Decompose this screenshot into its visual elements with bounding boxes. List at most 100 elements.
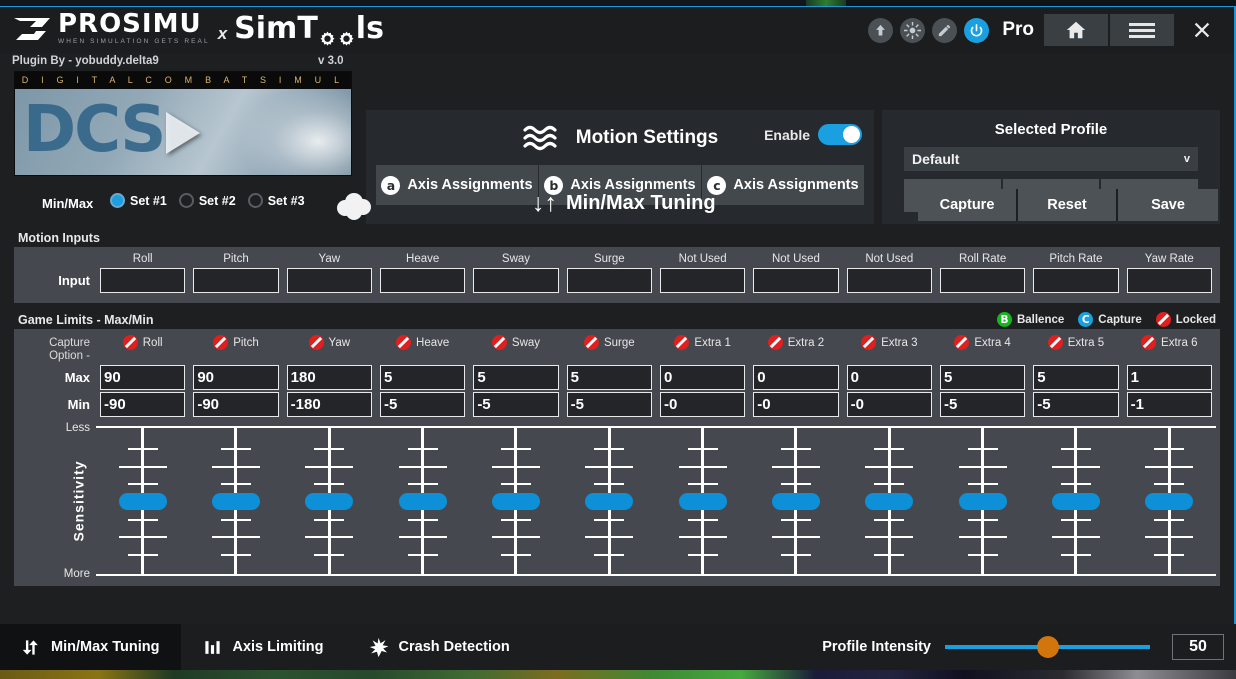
max-field[interactable]: 5: [940, 365, 1025, 390]
slider-thumb[interactable]: [1145, 493, 1193, 510]
max-field[interactable]: 5: [473, 365, 558, 390]
motion-input-field[interactable]: [100, 268, 185, 293]
max-field[interactable]: 180: [287, 365, 372, 390]
profile-dropdown[interactable]: Default v: [904, 147, 1198, 171]
min-field[interactable]: -5: [380, 392, 465, 417]
motion-input-field[interactable]: [193, 268, 278, 293]
locked-icon[interactable]: [861, 335, 876, 350]
play-icon[interactable]: [166, 112, 200, 154]
min-field[interactable]: -180: [287, 392, 372, 417]
hamburger-menu-icon[interactable]: [1110, 14, 1174, 46]
sensitivity-slider[interactable]: [189, 428, 282, 574]
profile-intensity-value[interactable]: 50: [1172, 634, 1224, 660]
locked-icon[interactable]: [954, 335, 969, 350]
sensitivity-slider[interactable]: [96, 428, 189, 574]
motion-input-field[interactable]: [660, 268, 745, 293]
home-icon[interactable]: [1044, 14, 1108, 46]
min-field[interactable]: -5: [567, 392, 652, 417]
sensitivity-slider[interactable]: [563, 428, 656, 574]
motion-input-field[interactable]: [1033, 268, 1118, 293]
min-field[interactable]: -90: [193, 392, 278, 417]
set-3-radio[interactable]: [248, 193, 263, 208]
tab-minmax-tuning[interactable]: Min/Max Tuning: [0, 624, 181, 670]
locked-icon[interactable]: [123, 335, 138, 350]
min-field[interactable]: -0: [660, 392, 745, 417]
locked-icon[interactable]: [309, 335, 324, 350]
min-field[interactable]: -5: [1033, 392, 1118, 417]
enable-toggle-group[interactable]: Enable: [764, 124, 862, 145]
max-field[interactable]: 5: [567, 365, 652, 390]
power-icon[interactable]: [964, 18, 989, 43]
locked-icon[interactable]: [213, 335, 228, 350]
sensitivity-slider[interactable]: [1123, 428, 1216, 574]
save-button[interactable]: Save: [1118, 189, 1218, 221]
upload-icon[interactable]: [868, 18, 893, 43]
sensitivity-slider[interactable]: [936, 428, 1029, 574]
motion-input-field[interactable]: [380, 268, 465, 293]
slider-thumb[interactable]: [865, 493, 913, 510]
locked-icon[interactable]: [674, 335, 689, 350]
min-field[interactable]: -90: [100, 392, 185, 417]
min-field[interactable]: -5: [473, 392, 558, 417]
tab-crash-detection[interactable]: Crash Detection: [346, 624, 532, 670]
slider-thumb[interactable]: [305, 493, 353, 510]
cloud-icon[interactable]: [332, 191, 374, 221]
sensitivity-slider[interactable]: [283, 428, 376, 574]
sensitivity-slider[interactable]: [469, 428, 562, 574]
set-3-radio-item[interactable]: Set #3: [248, 193, 305, 208]
motion-input-field[interactable]: [473, 268, 558, 293]
enable-toggle[interactable]: [818, 124, 862, 145]
slider-thumb[interactable]: [772, 493, 820, 510]
profile-intensity-slider[interactable]: [945, 645, 1150, 649]
min-field[interactable]: -1: [1127, 392, 1212, 417]
video-thumbnail[interactable]: D I G I T A L C O M B A T S I M U L A T …: [14, 71, 352, 176]
pencil-icon[interactable]: [932, 18, 957, 43]
set-2-radio[interactable]: [179, 193, 194, 208]
max-field[interactable]: 1: [1127, 365, 1212, 390]
set-1-radio[interactable]: [110, 193, 125, 208]
close-icon[interactable]: [1176, 14, 1228, 46]
max-field[interactable]: 0: [660, 365, 745, 390]
slider-thumb[interactable]: [959, 493, 1007, 510]
locked-icon[interactable]: [1141, 335, 1156, 350]
locked-icon[interactable]: [492, 335, 507, 350]
slider-thumb[interactable]: [679, 493, 727, 510]
profile-intensity-thumb[interactable]: [1037, 636, 1059, 658]
sun-icon[interactable]: [900, 18, 925, 43]
max-field[interactable]: 0: [847, 365, 932, 390]
sensitivity-slider[interactable]: [1029, 428, 1122, 574]
set-1-radio-item[interactable]: Set #1: [110, 193, 167, 208]
max-field[interactable]: 0: [753, 365, 838, 390]
min-field[interactable]: -0: [753, 392, 838, 417]
capture-button[interactable]: Capture: [918, 189, 1018, 221]
sensitivity-slider[interactable]: [749, 428, 842, 574]
motion-input-field[interactable]: [753, 268, 838, 293]
max-field[interactable]: 90: [100, 365, 185, 390]
locked-icon[interactable]: [584, 335, 599, 350]
tab-axis-limiting[interactable]: Axis Limiting: [181, 624, 345, 670]
slider-thumb[interactable]: [585, 493, 633, 510]
motion-input-field[interactable]: [940, 268, 1025, 293]
min-field[interactable]: -5: [940, 392, 1025, 417]
max-field[interactable]: 5: [380, 365, 465, 390]
set-2-radio-item[interactable]: Set #2: [179, 193, 236, 208]
slider-thumb[interactable]: [1052, 493, 1100, 510]
slider-thumb[interactable]: [399, 493, 447, 510]
locked-icon[interactable]: [396, 335, 411, 350]
motion-input-field[interactable]: [1127, 268, 1212, 293]
sensitivity-slider[interactable]: [376, 428, 469, 574]
reset-button[interactable]: Reset: [1018, 189, 1118, 221]
motion-input-field[interactable]: [567, 268, 652, 293]
motion-input-field[interactable]: [287, 268, 372, 293]
motion-input-field[interactable]: [847, 268, 932, 293]
sensitivity-slider[interactable]: [843, 428, 936, 574]
slider-thumb[interactable]: [212, 493, 260, 510]
locked-icon[interactable]: [1048, 335, 1063, 350]
slider-thumb[interactable]: [119, 493, 167, 510]
slider-thumb[interactable]: [492, 493, 540, 510]
sensitivity-slider[interactable]: [656, 428, 749, 574]
locked-icon[interactable]: [768, 335, 783, 350]
min-field[interactable]: -0: [847, 392, 932, 417]
max-field[interactable]: 90: [193, 365, 278, 390]
max-field[interactable]: 5: [1033, 365, 1118, 390]
